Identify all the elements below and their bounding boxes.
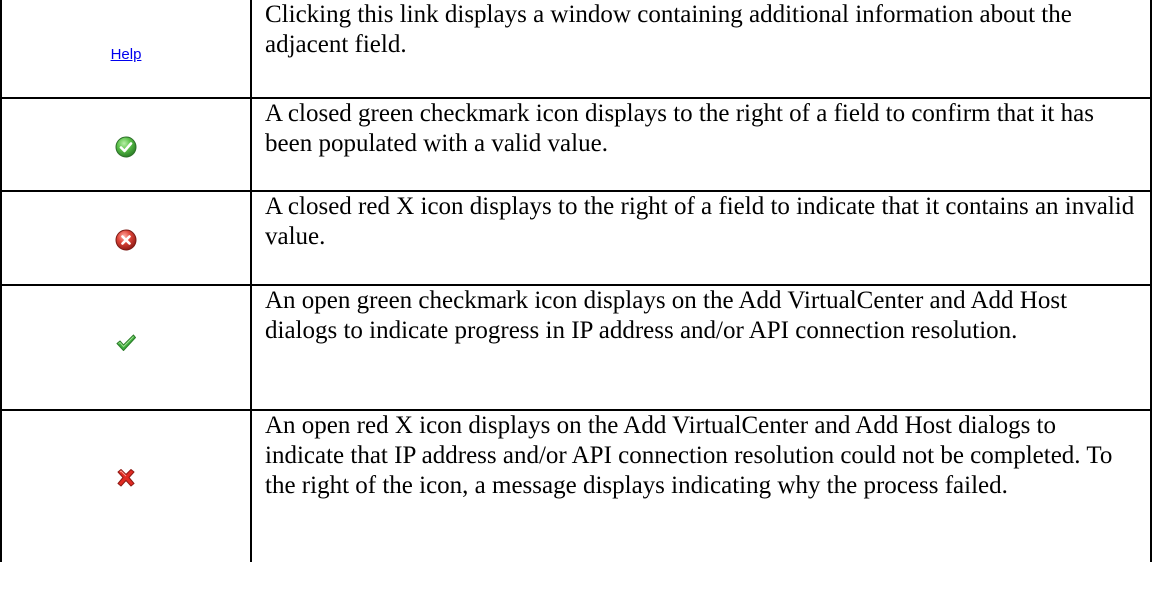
description-cell: An open green checkmark icon displays on… xyxy=(250,284,1152,411)
table-row: An open red X icon displays on the Add V… xyxy=(0,409,1152,562)
description-text: Clicking this link displays a window con… xyxy=(265,1,1072,58)
open-green-checkmark-icon xyxy=(115,333,137,353)
description-text: A closed green checkmark icon displays t… xyxy=(265,100,1094,157)
open-red-x-icon xyxy=(115,468,137,488)
description-text: A closed red X icon displays to the righ… xyxy=(265,193,1135,250)
description-cell: A closed green checkmark icon displays t… xyxy=(250,97,1152,192)
icon-cell xyxy=(0,284,252,411)
table-row: A closed green checkmark icon displays t… xyxy=(0,97,1152,192)
description-text: An open red X icon displays on the Add V… xyxy=(265,412,1113,499)
icon-cell xyxy=(0,409,252,562)
table-row: A closed red X icon displays to the righ… xyxy=(0,190,1152,286)
description-cell: A closed red X icon displays to the righ… xyxy=(250,190,1152,286)
description-text: An open green checkmark icon displays on… xyxy=(265,287,1068,344)
description-cell: Clicking this link displays a window con… xyxy=(250,0,1152,99)
help-link[interactable]: Help xyxy=(111,46,142,63)
table-row: Help Clicking this link displays a windo… xyxy=(0,0,1152,99)
table-row: An open green checkmark icon displays on… xyxy=(0,284,1152,411)
closed-green-checkmark-icon xyxy=(115,136,137,158)
icon-cell xyxy=(0,190,252,286)
closed-red-x-icon xyxy=(115,229,137,251)
description-cell: An open red X icon displays on the Add V… xyxy=(250,409,1152,562)
icon-cell xyxy=(0,97,252,192)
icon-legend-table: Help Clicking this link displays a windo… xyxy=(0,0,1152,562)
icon-cell: Help xyxy=(0,0,252,99)
